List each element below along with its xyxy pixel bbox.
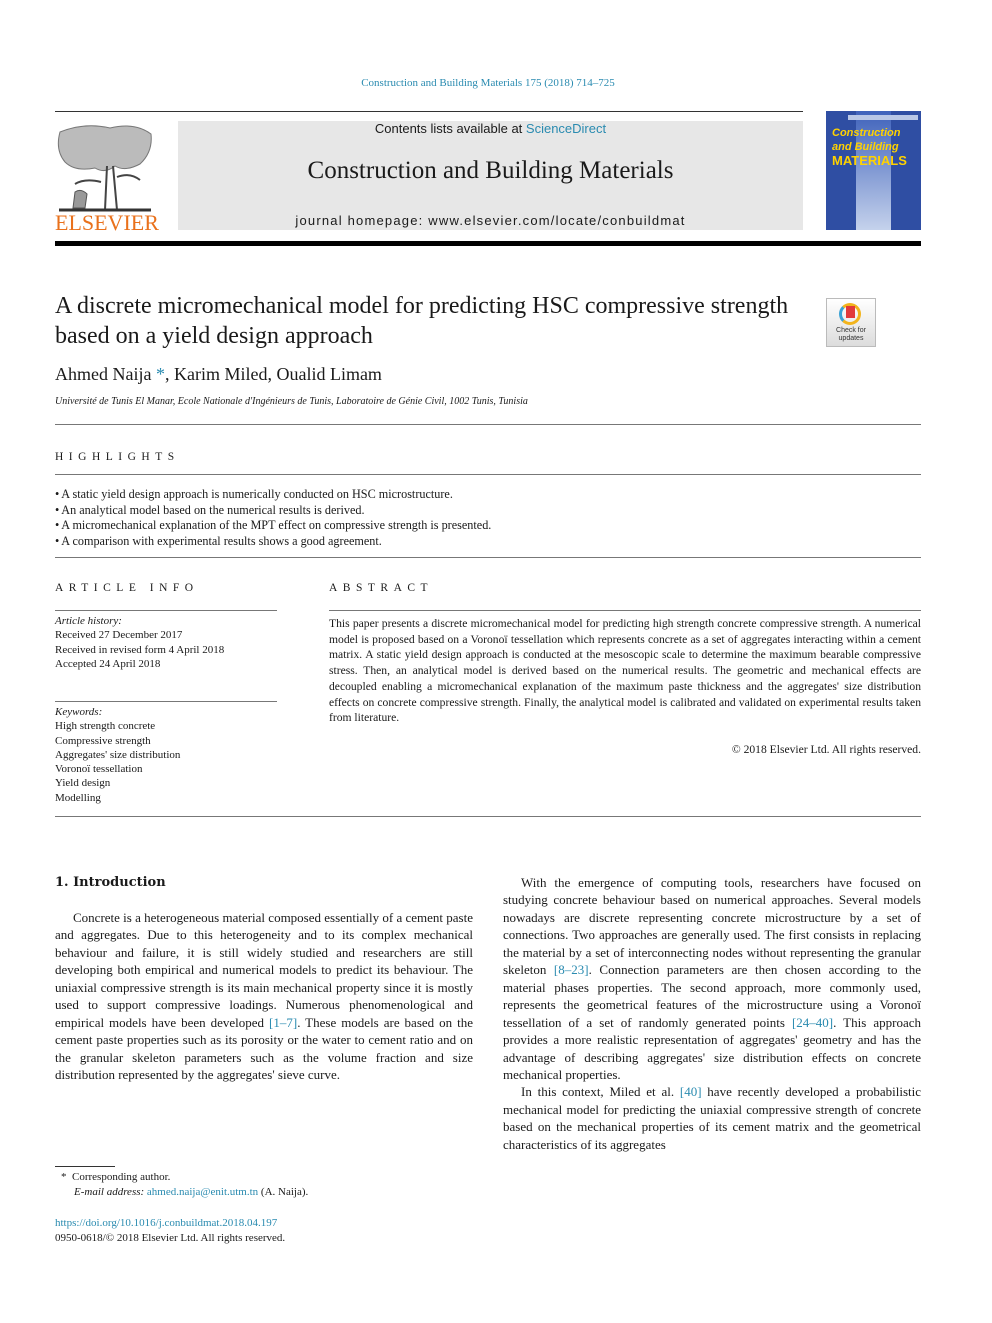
journal-reference-link[interactable]: Construction and Building Materials 175 … [0,77,976,89]
author-name[interactable]: Oualid Limam [276,364,381,384]
paragraph-text: In this context, Miled et al. [521,1084,680,1100]
divider [55,557,921,558]
citation-link[interactable]: [8–23] [554,962,589,977]
author-list: Ahmed Naija *, Karim Miled, Oualid Limam [55,364,382,385]
sciencedirect-link[interactable]: ScienceDirect [526,121,606,136]
elsevier-logo[interactable]: ELSEVIER [55,122,159,235]
cover-title-line: and Building [832,141,899,153]
article-history: Article history: Received 27 December 20… [55,614,277,671]
email-label: E-mail address: [74,1186,147,1198]
citation-link[interactable]: [1–7] [269,1015,297,1030]
issn-line: 0950-0618/© 2018 Elsevier Ltd. All right… [55,1232,286,1244]
abstract-heading: ABSTRACT [329,582,434,594]
body-left-column: Concrete is a heterogeneous material com… [55,909,473,1084]
citation-link[interactable]: [24–40] [792,1015,833,1030]
check-for-updates-button[interactable]: Check for updates [826,298,876,347]
history-item: Received in revised form 4 April 2018 [55,643,225,656]
article-title: A discrete micromechanical model for pre… [55,293,789,349]
keywords-label: Keywords: [55,706,103,718]
check-updates-line: updates [838,335,864,342]
divider [55,701,277,702]
abstract-copyright: © 2018 Elsevier Ltd. All rights reserved… [731,743,921,756]
keyword-item: Modelling [55,791,101,804]
elsevier-wordmark: ELSEVIER [55,210,159,235]
contents-line: Contents lists available at ScienceDirec… [178,121,803,136]
homepage-link[interactable]: www.elsevier.com/locate/conbuildmat [428,213,685,228]
divider [55,424,921,425]
header-thick-rule [55,241,921,246]
history-label: Article history: [55,615,122,627]
citation-link[interactable]: [40] [680,1084,702,1099]
journal-title: Construction and Building Materials [307,157,674,184]
paragraph: Concrete is a heterogeneous material com… [55,909,473,1084]
contents-prefix: Contents lists available at [374,121,526,136]
doi-link[interactable]: https://doi.org/10.1016/j.conbuildmat.20… [55,1217,277,1229]
cover-title: Construction and Building MATERIALS [832,126,921,168]
cover-title-line: MATERIALS [832,153,907,168]
cover-bar [848,115,918,120]
keyword-item: High strength concrete [55,720,156,733]
homepage-label: journal homepage: [295,213,429,228]
footnote-mark: * [61,1171,67,1183]
doi-block: https://doi.org/10.1016/j.conbuildmat.20… [55,1216,285,1246]
highlight-item: A static yield design approach is numeri… [55,487,921,503]
history-item: Accepted 24 April 2018 [55,657,161,670]
check-updates-line: Check for [836,327,866,334]
author-name[interactable]: Karim Miled [174,364,267,384]
paragraph-text: Concrete is a heterogeneous material com… [55,910,473,1030]
journal-cover-image[interactable]: Construction and Building MATERIALS [826,111,921,230]
history-item: Received 27 December 2017 [55,629,183,642]
highlights-heading: HIGHLIGHTS [55,451,180,463]
keyword-item: Voronoï tessellation [55,763,143,776]
divider [55,610,277,611]
header-rule [55,111,803,112]
highlight-item: A comparison with experimental results s… [55,534,921,550]
keyword-item: Yield design [55,777,111,790]
divider [55,816,921,817]
footnote-rule [55,1166,115,1167]
check-updates-label: Check for updates [827,327,875,343]
body-right-column: With the emergence of computing tools, r… [503,874,921,1153]
journal-header: Contents lists available at ScienceDirec… [178,121,803,230]
cover-title-line: Construction [832,127,901,139]
footnote-text: Corresponding author. [72,1171,171,1183]
email-line: E-mail address: ahmed.naija@enit.utm.tn … [55,1185,308,1200]
email-link[interactable]: ahmed.naija@enit.utm.tn [147,1186,258,1198]
section-heading: 1. Introduction [55,875,166,890]
author-separator: , [164,364,174,384]
divider [55,474,921,475]
email-suffix: (A. Naija). [258,1186,309,1198]
article-info-heading: ARTICLE INFO [55,582,199,594]
highlights-list: A static yield design approach is numeri… [55,487,921,550]
corresponding-footnote: * Corresponding author. E-mail address: … [55,1170,308,1200]
author-name[interactable]: Ahmed Naija [55,364,151,384]
paragraph: In this context, Miled et al. [40] have … [503,1083,921,1153]
journal-homepage: journal homepage: www.elsevier.com/locat… [178,213,803,228]
affiliation: Université de Tunis El Manar, Ecole Nati… [55,396,528,407]
keywords: Keywords: High strength concrete Compres… [55,705,277,805]
elsevier-tree-icon [57,125,152,212]
bookmark-icon [846,306,855,318]
highlight-item: A micromechanical explanation of the MPT… [55,518,921,534]
footnote-line: * Corresponding author. [55,1170,308,1185]
corresponding-author-mark[interactable]: * [156,364,165,384]
keyword-item: Aggregates' size distribution [55,748,181,761]
paragraph: With the emergence of computing tools, r… [503,874,921,1083]
keyword-item: Compressive strength [55,734,151,747]
highlight-item: An analytical model based on the numeric… [55,503,921,519]
abstract-text: This paper presents a discrete micromech… [329,617,921,725]
divider [329,610,921,611]
